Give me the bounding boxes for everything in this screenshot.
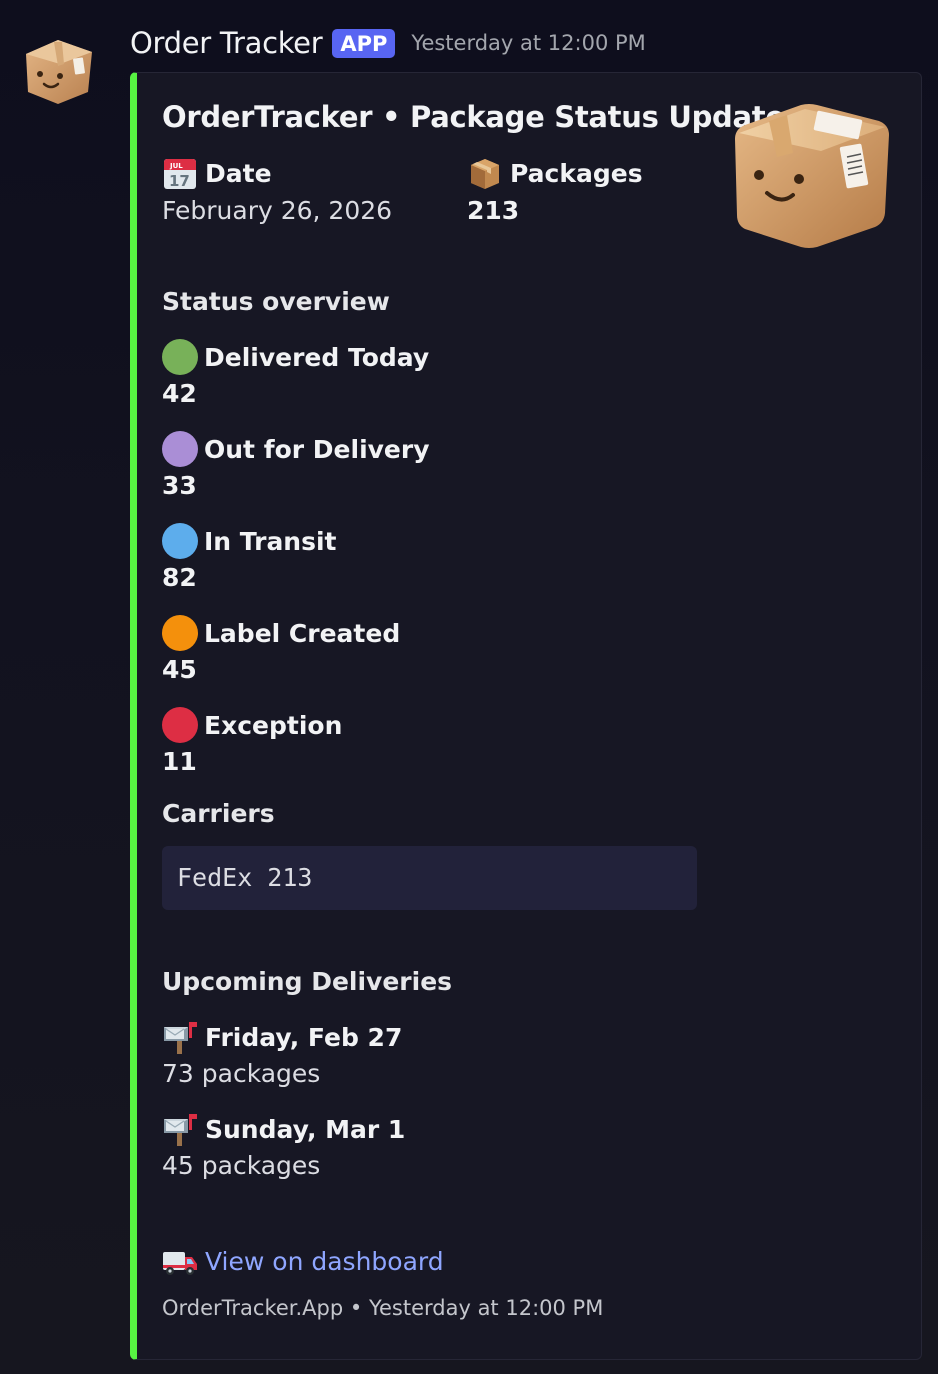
message-timestamp[interactable]: Yesterday at 12:00 PM <box>411 31 645 55</box>
field-date-value: February 26, 2026 <box>162 196 393 225</box>
delivery-truck-icon <box>163 1252 197 1275</box>
field-packages-value: 213 <box>467 196 520 225</box>
carriers-codeblock[interactable]: FedEx 213 <box>162 846 697 910</box>
status-item-delivered: Delivered Today 42 <box>162 339 429 408</box>
embed-footer: OrderTracker.App • Yesterday at 12:00 PM <box>162 1296 604 1320</box>
status-label: Exception <box>204 710 343 740</box>
field-packages: Packages 213 <box>467 155 643 231</box>
mailbox-icon <box>164 1114 197 1146</box>
field-date: JUL 17 Date February 26, 2026 <box>162 155 392 231</box>
field-date-name: Date <box>205 158 272 188</box>
delivery-date: Sunday, Mar 1 <box>205 1114 406 1144</box>
red-circle-icon <box>162 707 198 743</box>
blue-circle-icon <box>162 523 198 559</box>
field-packages-name: Packages <box>510 158 643 188</box>
status-overview-title: Status overview <box>162 287 390 316</box>
calendar-icon: JUL 17 <box>164 159 196 190</box>
upcoming-deliveries-title: Upcoming Deliveries <box>162 967 453 996</box>
username[interactable]: Order Tracker <box>130 26 323 60</box>
purple-circle-icon <box>162 431 198 467</box>
carriers-title: Carriers <box>162 799 275 828</box>
message-header: Order Tracker APP Yesterday at 12:00 PM <box>130 26 646 60</box>
view-dashboard-link[interactable]: View on dashboard <box>205 1247 444 1276</box>
status-item-in-transit: In Transit 82 <box>162 523 337 592</box>
mailbox-icon <box>164 1022 197 1054</box>
embed-card: OrderTracker • Package Status Update JUL… <box>130 72 922 1360</box>
status-count: 33 <box>162 471 197 500</box>
status-label: Out for Delivery <box>204 434 430 464</box>
app-badge: APP <box>332 28 396 58</box>
status-item-out-for-delivery: Out for Delivery 33 <box>162 431 430 500</box>
dashboard-link-row: View on dashboard <box>162 1243 444 1279</box>
bot-avatar[interactable] <box>18 30 98 110</box>
status-label: Delivered Today <box>204 342 430 372</box>
status-count: 45 <box>162 655 197 684</box>
status-count: 42 <box>162 379 197 408</box>
svg-text:17: 17 <box>169 172 190 190</box>
package-icon <box>471 159 499 189</box>
status-label: In Transit <box>204 526 337 556</box>
status-count: 82 <box>162 563 197 592</box>
embed-thumbnail[interactable] <box>729 101 893 251</box>
status-item-label-created: Label Created 45 <box>162 615 400 684</box>
embed-title: OrderTracker • Package Status Update <box>162 100 785 134</box>
delivery-count: 45 packages <box>162 1151 321 1180</box>
svg-text:JUL: JUL <box>169 162 183 170</box>
orange-circle-icon <box>162 615 198 651</box>
green-circle-icon <box>162 339 198 375</box>
package-face-icon <box>735 104 889 248</box>
status-count: 11 <box>162 747 197 776</box>
delivery-date: Friday, Feb 27 <box>205 1022 403 1052</box>
delivery-count: 73 packages <box>162 1059 321 1088</box>
status-label: Label Created <box>204 618 401 648</box>
status-item-exception: Exception 11 <box>162 707 342 776</box>
package-face-icon <box>26 40 92 104</box>
upcoming-delivery-item: Friday, Feb 27 73 packages <box>162 1019 402 1088</box>
upcoming-delivery-item: Sunday, Mar 1 45 packages <box>162 1111 405 1180</box>
